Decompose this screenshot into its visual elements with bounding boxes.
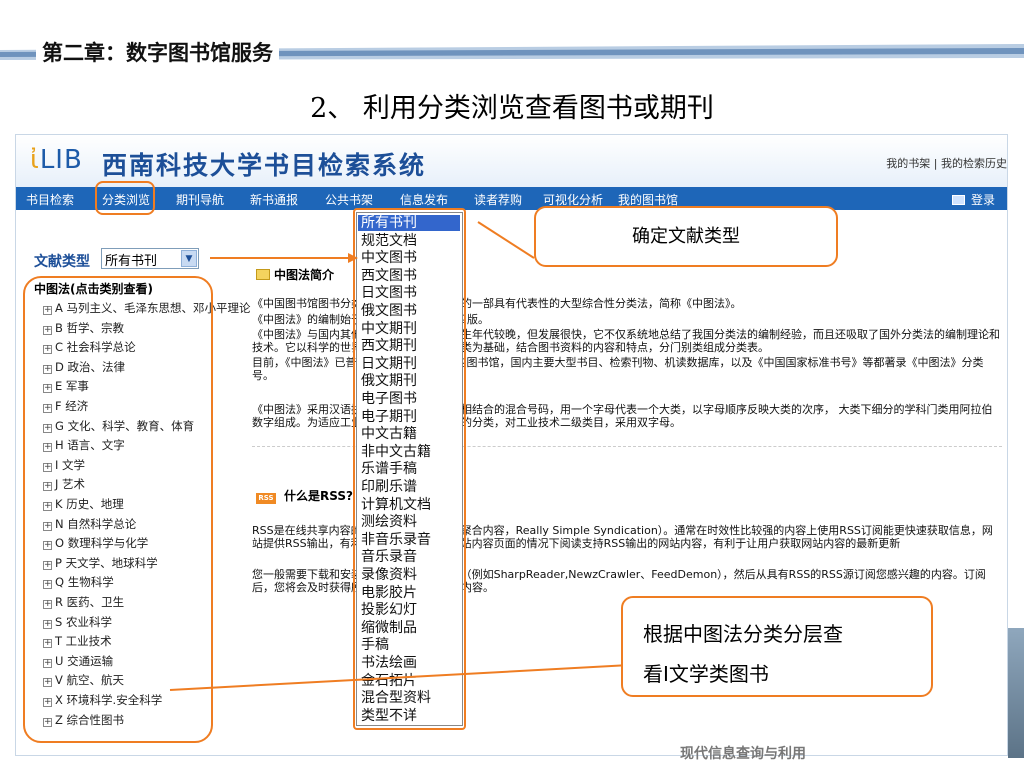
logo-mark-icon: ἰ	[30, 145, 40, 175]
callout-browse-class: 根据中图法分类分层查 看I文学类图书	[621, 596, 933, 697]
nav-highlight-box	[95, 181, 155, 215]
nav-search[interactable]: 书目检索	[26, 191, 74, 208]
chapter-title: 第二章：数字图书馆服务	[36, 37, 279, 67]
intro-heading: 中图法简介	[256, 266, 334, 283]
site-title: 西南科技大学书目检索系统	[102, 151, 427, 180]
dropdown-highlight-box	[353, 208, 466, 730]
nav-new-books[interactable]: 新书通报	[250, 191, 298, 208]
slide-watermark: 现代信息查询与利用	[680, 746, 806, 762]
nav-shelf[interactable]: 公共书架	[325, 191, 373, 208]
site-banner: ἰLIB 西南科技大学书目检索系统 我的书架 | 我的检索历史	[16, 135, 1007, 187]
doc-type-select[interactable]: 所有书刊 ▼	[101, 248, 199, 269]
nav-recommend[interactable]: 读者荐购	[474, 191, 522, 208]
top-links[interactable]: 我的书架 | 我的检索历史	[886, 155, 1007, 171]
callout-browse-line-1: 根据中图法分类分层查	[643, 622, 843, 646]
library-logo[interactable]: ἰLIB	[30, 145, 83, 175]
nav-info[interactable]: 信息发布	[400, 191, 448, 208]
note-icon	[256, 269, 270, 280]
rss-icon: RSS	[256, 493, 276, 504]
main-nav: 书目检索 分类浏览 期刊导航 新书通报 公共书架 信息发布 读者荐购 可视化分析…	[16, 187, 1007, 210]
chevron-down-icon[interactable]: ▼	[181, 250, 197, 267]
slide-title: 2、 利用分类浏览查看图书或期刊	[310, 93, 714, 124]
doc-type-label: 文献类型	[34, 254, 90, 270]
callout-browse-line-2: 看I文学类图书	[643, 662, 769, 686]
rss-heading: RSS 什么是RSS?	[256, 487, 353, 504]
nav-journal[interactable]: 期刊导航	[176, 191, 224, 208]
callout-doc-type: 确定文献类型	[534, 206, 838, 267]
login-icon	[951, 195, 965, 205]
tree-highlight-box	[23, 276, 213, 743]
login-button[interactable]: 登录	[951, 191, 995, 208]
building-image	[1008, 628, 1024, 758]
